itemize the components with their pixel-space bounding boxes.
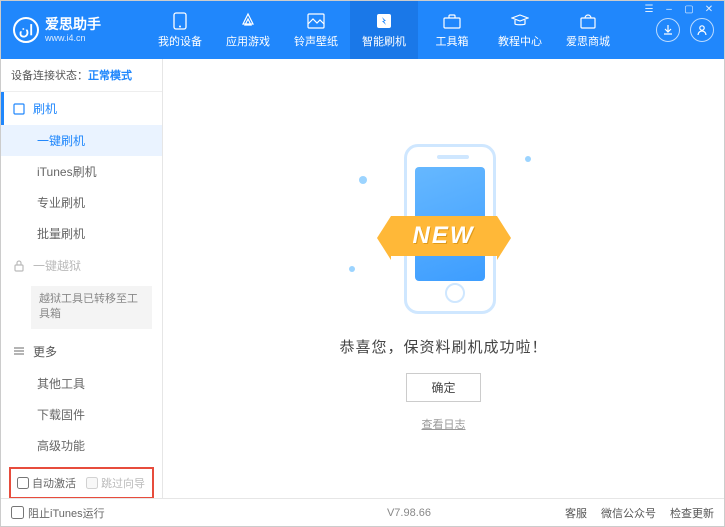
- nav-ringtone-wallpaper[interactable]: 铃声壁纸: [282, 1, 350, 59]
- sidebar-jailbreak-header: 一键越狱: [1, 249, 162, 282]
- sidebar-checkbox-group: 自动激活 跳过向导: [9, 467, 154, 498]
- logo-area: ان 爱思助手 www.i4.cn: [1, 17, 146, 43]
- ok-button[interactable]: 确定: [406, 373, 480, 402]
- download-button[interactable]: [656, 18, 680, 42]
- nav-apps-games[interactable]: 应用游戏: [214, 1, 282, 59]
- view-log-link[interactable]: 查看日志: [422, 416, 466, 432]
- flash-icon: [374, 12, 394, 30]
- toolbox-icon: [442, 12, 462, 30]
- nav-my-device[interactable]: 我的设备: [146, 1, 214, 59]
- jailbreak-note: 越狱工具已转移至工具箱: [31, 286, 152, 329]
- app-url: www.i4.cn: [45, 33, 101, 43]
- sidebar-flash-header[interactable]: 刷机: [1, 92, 162, 125]
- auto-activate-checkbox[interactable]: 自动激活: [17, 475, 76, 491]
- sidebar-one-click-flash[interactable]: 一键刷机: [1, 125, 162, 156]
- phone-icon: [170, 12, 190, 30]
- tutorial-icon: [510, 12, 530, 30]
- user-button[interactable]: [690, 18, 714, 42]
- footer: 阻止iTunes运行 V7.98.66 客服 微信公众号 检查更新: [1, 498, 724, 526]
- cart-icon[interactable]: ☰: [641, 4, 657, 15]
- sidebar-pro-flash[interactable]: 专业刷机: [1, 187, 162, 218]
- success-illustration: NEW: [339, 126, 549, 322]
- sidebar-batch-flash[interactable]: 批量刷机: [1, 218, 162, 249]
- block-itunes-checkbox[interactable]: 阻止iTunes运行: [11, 505, 105, 521]
- skip-guide-checkbox[interactable]: 跳过向导: [86, 475, 145, 491]
- store-icon: [578, 12, 598, 30]
- nav-toolbox[interactable]: 工具箱: [418, 1, 486, 59]
- device-status: 设备连接状态：正常模式: [1, 59, 162, 92]
- nav-store[interactable]: 爱思商城: [554, 1, 622, 59]
- sidebar: 设备连接状态：正常模式 刷机 一键刷机 iTunes刷机 专业刷机 批量刷机 一…: [1, 59, 163, 498]
- apps-icon: [238, 12, 258, 30]
- version-label: V7.98.66: [387, 507, 431, 519]
- sidebar-download-firmware[interactable]: 下载固件: [1, 399, 162, 430]
- app-header: ان 爱思助手 www.i4.cn 我的设备 应用游戏 铃声壁纸 智能刷机: [1, 1, 724, 59]
- sidebar-itunes-flash[interactable]: iTunes刷机: [1, 156, 162, 187]
- nav-smart-flash[interactable]: 智能刷机: [350, 1, 418, 59]
- app-title: 爱思助手: [45, 17, 101, 32]
- lock-icon: [13, 260, 27, 272]
- logo-icon: ان: [13, 17, 39, 43]
- sidebar-advanced[interactable]: 高级功能: [1, 430, 162, 461]
- close-icon[interactable]: ✕: [701, 4, 717, 15]
- maximize-icon[interactable]: ▢: [681, 4, 697, 15]
- new-badge: NEW: [391, 216, 497, 256]
- main-content: NEW 恭喜您，保资料刷机成功啦！ 确定 查看日志: [163, 59, 724, 498]
- sidebar-other-tools[interactable]: 其他工具: [1, 368, 162, 399]
- footer-wechat[interactable]: 微信公众号: [601, 505, 656, 521]
- footer-support[interactable]: 客服: [565, 505, 587, 521]
- flash-small-icon: [13, 103, 27, 115]
- wallpaper-icon: [306, 12, 326, 30]
- success-message: 恭喜您，保资料刷机成功啦！: [339, 336, 547, 357]
- nav-tutorials[interactable]: 教程中心: [486, 1, 554, 59]
- minimize-icon[interactable]: –: [661, 4, 677, 15]
- more-icon: [13, 345, 27, 357]
- main-nav: 我的设备 应用游戏 铃声壁纸 智能刷机 工具箱 教程中心: [146, 1, 656, 59]
- sidebar-more-header[interactable]: 更多: [1, 335, 162, 368]
- footer-check-update[interactable]: 检查更新: [670, 505, 714, 521]
